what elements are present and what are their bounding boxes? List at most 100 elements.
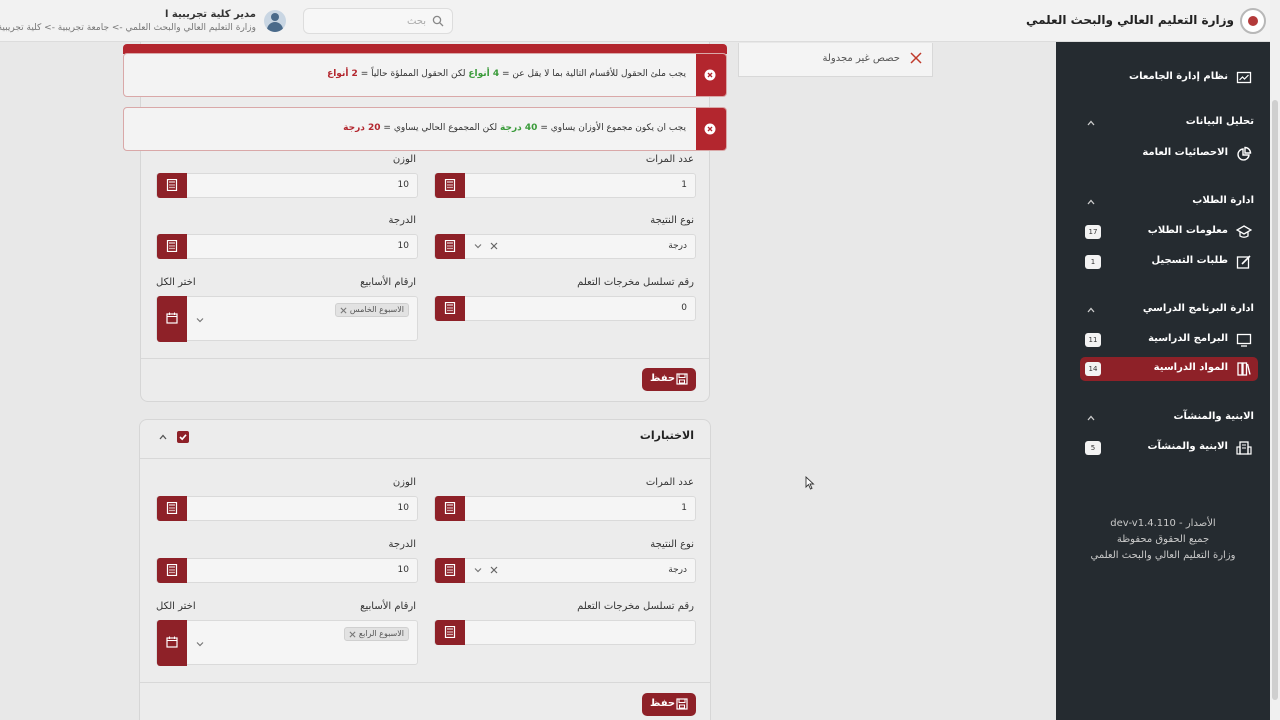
remove-tag-icon[interactable] — [340, 307, 347, 314]
sidebar-item-label: طلبات التسجيل — [1151, 255, 1228, 266]
calculator-button[interactable] — [157, 558, 187, 583]
select-all-link[interactable]: اختر الكل — [156, 277, 196, 288]
week-tag[interactable]: الاسبوع الرابع — [343, 627, 409, 641]
grade-field[interactable]: 10 — [156, 234, 418, 259]
close-circle-icon[interactable] — [704, 69, 716, 81]
result-type-label: نوع النتيجة — [650, 539, 694, 550]
sidebar-item-general-stats[interactable]: الاحصائيات العامة — [1080, 142, 1258, 166]
calculator-button[interactable] — [435, 496, 465, 521]
clear-icon[interactable] — [489, 565, 499, 575]
sidebar-item-courses[interactable]: المواد الدراسية 14 — [1080, 357, 1258, 381]
count-badge: 11 — [1085, 333, 1101, 347]
grade-value: 10 — [397, 241, 409, 251]
chevron-down-icon[interactable] — [473, 565, 483, 575]
grade-label: الدرجة — [388, 215, 416, 226]
chevron-up-icon[interactable] — [158, 432, 168, 442]
sidebar-footer: dev-v1.4.110 - الأصدار جميع الحقوق محفوظ… — [1056, 516, 1270, 564]
search-icon[interactable] — [432, 15, 444, 27]
count-value: 1 — [681, 503, 687, 513]
sidebar-item-buildings[interactable]: الابنية والمنشآت 5 — [1080, 436, 1258, 460]
sidebar-item-registration-requests[interactable]: طلبات التسجيل 1 — [1080, 250, 1258, 274]
alert-dismiss-strip[interactable] — [696, 108, 726, 150]
alert-dismiss-strip[interactable] — [696, 54, 726, 96]
chevron-up-icon[interactable] — [1086, 118, 1096, 128]
section-title: الاختبارات — [639, 429, 694, 442]
result-type-select[interactable]: درجة — [434, 234, 696, 259]
search-box[interactable] — [303, 8, 453, 34]
section-title: ادارة الطلاب — [1192, 195, 1254, 206]
grade-label: الدرجة — [388, 539, 416, 550]
pie-chart-icon — [1237, 146, 1252, 161]
count-field[interactable]: 1 — [434, 173, 696, 198]
sidebar-section-study-program[interactable]: ادارة البرنامج الدراسي — [1080, 301, 1258, 319]
alert-prefix: يجب ملئ الحقول للأقسام التالية بما لا يق… — [502, 69, 686, 79]
weeks-multiselect[interactable]: الاسبوع الرابع — [156, 620, 418, 666]
sidebar-item-student-info[interactable]: معلومات الطلاب 17 — [1080, 220, 1258, 244]
page-scrollbar[interactable] — [1270, 0, 1280, 720]
calculator-button[interactable] — [435, 620, 465, 645]
weight-field[interactable]: 10 — [156, 496, 418, 521]
divider — [141, 358, 709, 359]
weight-label: الوزن — [392, 154, 416, 165]
sidebar-item-university-system[interactable]: نظام إدارة الجامعات — [1080, 66, 1258, 90]
owner-text: وزارة التعليم العالي والبحث العلمي — [1090, 550, 1236, 561]
sidebar-section-buildings[interactable]: الابنية والمنشآت — [1080, 409, 1258, 427]
ministry-logo-icon[interactable] — [1240, 8, 1266, 34]
calculator-button[interactable] — [435, 296, 465, 321]
chevron-up-icon[interactable] — [1086, 413, 1096, 423]
calculator-button[interactable] — [435, 173, 465, 198]
weight-field[interactable]: 10 — [156, 173, 418, 198]
clear-icon[interactable] — [489, 241, 499, 251]
calculator-button[interactable] — [157, 234, 187, 259]
sidebar-item-study-programs[interactable]: البرامج الدراسية 11 — [1080, 328, 1258, 352]
save-button[interactable]: حفظ — [642, 368, 696, 391]
scrollbar-thumb[interactable] — [1272, 100, 1278, 700]
calendar-button[interactable] — [157, 296, 187, 342]
sidebar-section-students[interactable]: ادارة الطلاب — [1080, 193, 1258, 211]
outcomes-field[interactable]: 0 — [434, 296, 696, 321]
calculator-button[interactable] — [435, 558, 465, 583]
chevron-down-icon[interactable] — [195, 639, 205, 649]
calculator-icon — [166, 564, 178, 576]
alert-message: يجب ان يكون مجموع الأوزان يساوي = 40 درج… — [343, 123, 686, 133]
section-checkbox[interactable] — [177, 431, 189, 443]
calendar-button[interactable] — [157, 620, 187, 666]
outcomes-label: رقم تسلسل مخرجات التعلم — [577, 601, 694, 612]
building-icon — [1236, 441, 1252, 455]
calculator-button[interactable] — [435, 234, 465, 259]
unscheduled-classes-card[interactable]: حصص غير مجدولة — [738, 43, 933, 77]
grade-field[interactable]: 10 — [156, 558, 418, 583]
user-block[interactable]: مدير كلية تجريبية ا وزارة التعليم العالي… — [0, 6, 286, 36]
sidebar: نظام إدارة الجامعات تحليل البيانات الاحص… — [1056, 42, 1270, 720]
chevron-down-icon[interactable] — [195, 315, 205, 325]
weight-value: 10 — [397, 180, 409, 190]
result-type-select[interactable]: درجة — [434, 558, 696, 583]
chevron-up-icon[interactable] — [1086, 305, 1096, 315]
save-label: حفظ — [650, 373, 676, 384]
sidebar-section-data-analysis[interactable]: تحليل البيانات — [1080, 114, 1258, 132]
outcomes-field[interactable] — [434, 620, 696, 645]
alert-required-value: 40 درجة — [500, 123, 538, 133]
chevron-up-icon[interactable] — [1086, 197, 1096, 207]
sidebar-item-label: الابنية والمنشآت — [1147, 441, 1228, 452]
close-circle-icon[interactable] — [704, 123, 716, 135]
avatar[interactable] — [264, 10, 286, 32]
calculator-button[interactable] — [157, 173, 187, 198]
save-button[interactable]: حفظ — [642, 693, 696, 716]
validation-alert-weights: يجب ان يكون مجموع الأوزان يساوي = 40 درج… — [123, 107, 727, 151]
search-input[interactable] — [326, 13, 426, 29]
chevron-down-icon[interactable] — [473, 241, 483, 251]
count-field[interactable]: 1 — [434, 496, 696, 521]
ministry-title[interactable]: وزارة التعليم العالي والبحث العلمي — [1026, 13, 1234, 27]
calendar-icon — [166, 636, 178, 648]
save-icon — [676, 698, 688, 710]
close-icon[interactable] — [910, 52, 922, 64]
section-title: تحليل البيانات — [1185, 116, 1254, 127]
remove-tag-icon[interactable] — [349, 631, 356, 638]
calculator-button[interactable] — [157, 496, 187, 521]
select-all-link[interactable]: اختر الكل — [156, 601, 196, 612]
week-tag[interactable]: الاسبوع الخامس — [334, 303, 409, 317]
calculator-icon — [444, 240, 456, 252]
weeks-multiselect[interactable]: الاسبوع الخامس — [156, 296, 418, 342]
save-icon — [676, 373, 688, 385]
